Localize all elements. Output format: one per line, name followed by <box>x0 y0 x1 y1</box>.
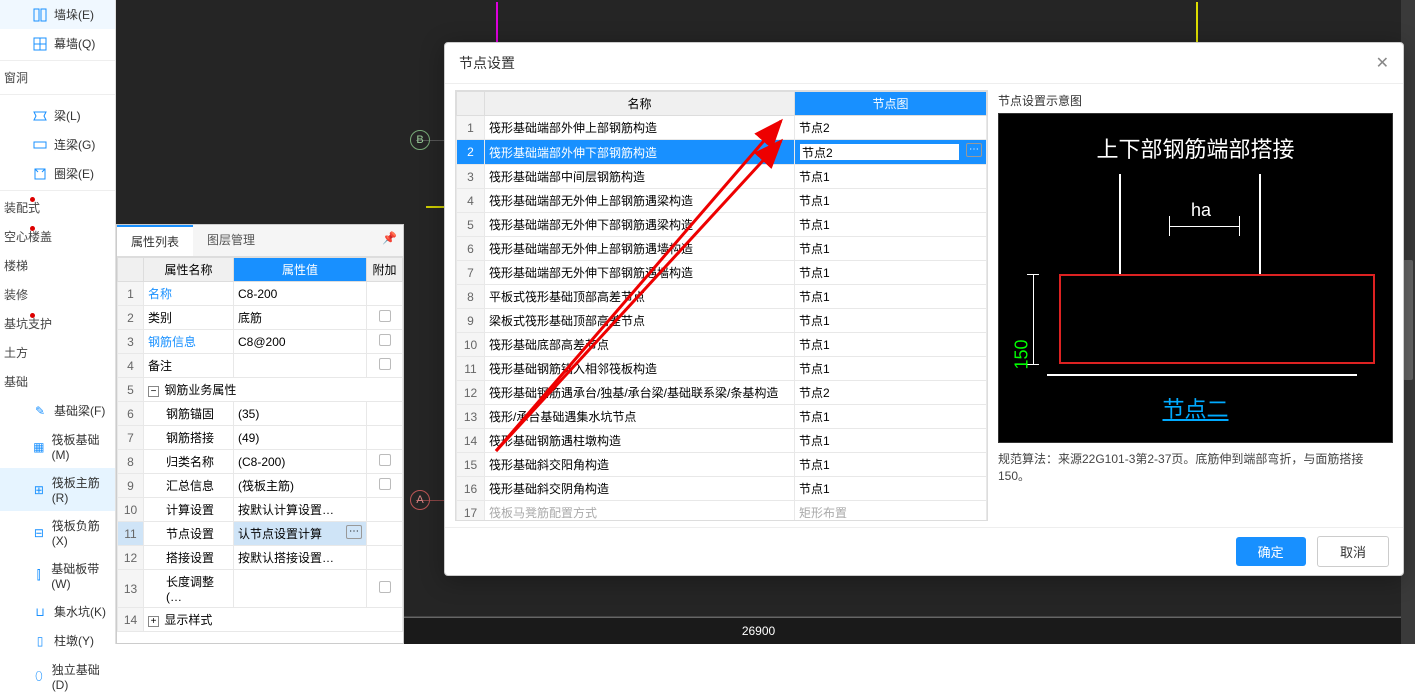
node-settings-dialog: 节点设置 ✕ 名称 节点图 1筏形基础端部外伸上部钢筋构造节点22筏形基础端部外… <box>444 42 1404 576</box>
pin-icon[interactable]: 📌 <box>382 231 397 245</box>
node-row[interactable]: 7筏形基础端部无外伸下部钢筋遇墙构造节点1 <box>457 261 987 285</box>
node-row[interactable]: 11筏形基础钢筋锚入相邻筏板构造节点1 <box>457 357 987 381</box>
label: 墙垛(E) <box>54 6 94 23</box>
node-row[interactable]: 4筏形基础端部无外伸上部钢筋遇梁构造节点1 <box>457 189 987 213</box>
sidebar-item-curtain[interactable]: 幕墙(Q) <box>0 29 115 58</box>
dialog-title: 节点设置 <box>459 53 515 73</box>
checkbox[interactable] <box>379 478 391 490</box>
node-row[interactable]: 12筏形基础钢筋遇承台/独基/承台梁/基础联系梁/条基构造节点2 <box>457 381 987 405</box>
sidebar-item-wallpier[interactable]: 墙垛(E) <box>0 0 115 29</box>
label: 幕墙(Q) <box>54 35 95 52</box>
axis-marker-a: A <box>410 490 430 510</box>
node-row[interactable]: 8平板式筏形基础顶部高差节点节点1 <box>457 285 987 309</box>
tree-toggle-icon[interactable]: − <box>148 386 159 397</box>
tab-layers[interactable]: 图层管理 <box>193 225 269 256</box>
node-row[interactable]: 6筏形基础端部无外伸上部钢筋遇墙构造节点1 <box>457 237 987 261</box>
node-pic-input[interactable] <box>799 143 960 161</box>
preview-description: 规范算法：来源22G101-3第2-37页。底筋伸到端部弯折，与面筋搭接150。 <box>998 443 1393 493</box>
axis-marker-b: B <box>410 130 430 150</box>
property-row[interactable]: 9汇总信息(筏板主筋) <box>118 474 403 498</box>
close-icon[interactable]: ✕ <box>1376 53 1389 73</box>
foundation-icon: ⬯ <box>32 669 46 685</box>
sidebar-item-foundation[interactable]: ⊞筏板主筋(R) <box>0 468 115 511</box>
property-row[interactable]: 2类别底筋 <box>118 306 403 330</box>
node-row[interactable]: 5筏形基础端部无外伸下部钢筋遇梁构造节点1 <box>457 213 987 237</box>
sidebar-group[interactable]: 装配式 <box>0 193 115 222</box>
property-row[interactable]: 10计算设置按默认计算设置… <box>118 498 403 522</box>
node-row[interactable]: 13筏形/承台基础遇集水坑节点节点1 <box>457 405 987 429</box>
property-table: 属性名称 属性值 附加 1名称C8-2002类别底筋3钢筋信息C8@2004备注… <box>117 257 403 632</box>
property-row[interactable]: 4备注 <box>118 354 403 378</box>
sidebar-group[interactable]: 基坑支护 <box>0 309 115 338</box>
property-row[interactable]: 3钢筋信息C8@200 <box>118 330 403 354</box>
cancel-button[interactable]: 取消 <box>1317 536 1389 567</box>
sidebar-item-ringbeam[interactable]: 圈梁(E) <box>0 159 115 188</box>
grid-icon <box>32 36 48 52</box>
sidebar-group[interactable]: 空心楼盖 <box>0 222 115 251</box>
property-row[interactable]: 14+ 显示样式 <box>118 608 403 632</box>
node-row[interactable]: 17筏板马凳筋配置方式矩形布置 <box>457 501 987 522</box>
sidebar-item-foundation[interactable]: ⊟筏板负筋(X) <box>0 511 115 554</box>
property-row[interactable]: 7钢筋搭接(49) <box>118 426 403 450</box>
sidebar-item-foundation[interactable]: ▯柱墩(Y) <box>0 626 115 655</box>
sidebar-group[interactable]: 楼梯 <box>0 251 115 280</box>
sidebar-group[interactable]: 基础 <box>0 367 115 396</box>
left-sidebar: 墙垛(E) 幕墙(Q) 窗洞 梁(L) 连梁(G) 圈梁(E) 装配式空心楼盖楼… <box>0 0 116 644</box>
foundation-icon: ▦ <box>32 439 45 455</box>
property-panel: 属性列表 图层管理 📌 属性名称 属性值 附加 1名称C8-2002类别底筋3钢… <box>116 224 404 644</box>
preview-image: 上下部钢筋端部搭接 ha 150 节点二 <box>998 113 1393 443</box>
ellipsis-button[interactable]: ⋯ <box>966 143 982 157</box>
tree-toggle-icon[interactable]: + <box>148 616 159 627</box>
sidebar-item-foundation[interactable]: ▦筏板基础(M) <box>0 425 115 468</box>
node-row[interactable]: 1筏形基础端部外伸上部钢筋构造节点2 <box>457 116 987 140</box>
node-row[interactable]: 15筏形基础斜交阳角构造节点1 <box>457 453 987 477</box>
node-row[interactable]: 14筏形基础钢筋遇柱墩构造节点1 <box>457 429 987 453</box>
node-row[interactable]: 3筏形基础端部中间层钢筋构造节点1 <box>457 165 987 189</box>
node-row[interactable]: 9梁板式筏形基础顶部高差节点节点1 <box>457 309 987 333</box>
property-row[interactable]: 13长度调整(… <box>118 570 403 608</box>
checkbox[interactable] <box>379 334 391 346</box>
checkbox[interactable] <box>379 581 391 593</box>
ok-button[interactable]: 确定 <box>1236 537 1306 566</box>
sidebar-item-foundation[interactable]: ⬯独立基础(D) <box>0 655 115 698</box>
sidebar-item-linkbeam[interactable]: 连梁(G) <box>0 130 115 159</box>
cell-editing[interactable]: ⋯ <box>795 140 987 165</box>
sidebar-group[interactable]: 土方 <box>0 338 115 367</box>
sidebar-item-foundation[interactable]: ⫿基础板带(W) <box>0 554 115 597</box>
property-row[interactable]: 8归类名称(C8-200) <box>118 450 403 474</box>
block-icon <box>32 7 48 23</box>
sidebar-item-foundation[interactable]: ✎基础梁(F) <box>0 396 115 425</box>
foundation-icon: ⊞ <box>32 482 46 498</box>
foundation-icon: ▯ <box>32 633 48 649</box>
property-row[interactable]: 11节点设置认节点设置计算 ⋯ <box>118 522 403 546</box>
node-row[interactable]: 16筏形基础斜交阴角构造节点1 <box>457 477 987 501</box>
property-row[interactable]: 5− 钢筋业务属性 <box>118 378 403 402</box>
sidebar-group-opening[interactable]: 窗洞 <box>0 63 115 92</box>
foundation-icon: ⊔ <box>32 604 48 620</box>
property-row[interactable]: 6钢筋锚固(35) <box>118 402 403 426</box>
checkbox[interactable] <box>379 454 391 466</box>
foundation-icon: ✎ <box>32 403 48 419</box>
sidebar-item-beam[interactable]: 梁(L) <box>0 101 115 130</box>
ellipsis-button[interactable]: ⋯ <box>346 525 362 539</box>
ringbeam-icon <box>32 166 48 182</box>
property-row[interactable]: 12搭接设置按默认搭接设置… <box>118 546 403 570</box>
sidebar-item-foundation[interactable]: ⊔集水坑(K) <box>0 597 115 626</box>
checkbox[interactable] <box>379 310 391 322</box>
checkbox[interactable] <box>379 358 391 370</box>
node-row[interactable]: 2筏形基础端部外伸下部钢筋构造⋯ <box>457 140 987 165</box>
sidebar-group[interactable]: 装修 <box>0 280 115 309</box>
tab-properties[interactable]: 属性列表 <box>117 225 193 256</box>
node-grid: 名称 节点图 1筏形基础端部外伸上部钢筋构造节点22筏形基础端部外伸下部钢筋构造… <box>455 90 988 521</box>
foundation-icon: ⫿ <box>32 568 45 584</box>
node-row[interactable]: 10筏形基础底部高差节点节点1 <box>457 333 987 357</box>
property-row[interactable]: 1名称C8-200 <box>118 282 403 306</box>
beam-icon <box>32 108 48 124</box>
linkbeam-icon <box>32 137 48 153</box>
preview-pane: 节点设置示意图 上下部钢筋端部搭接 ha 150 节点二 规范算法：来源22G1… <box>998 90 1393 521</box>
foundation-icon: ⊟ <box>32 525 46 541</box>
